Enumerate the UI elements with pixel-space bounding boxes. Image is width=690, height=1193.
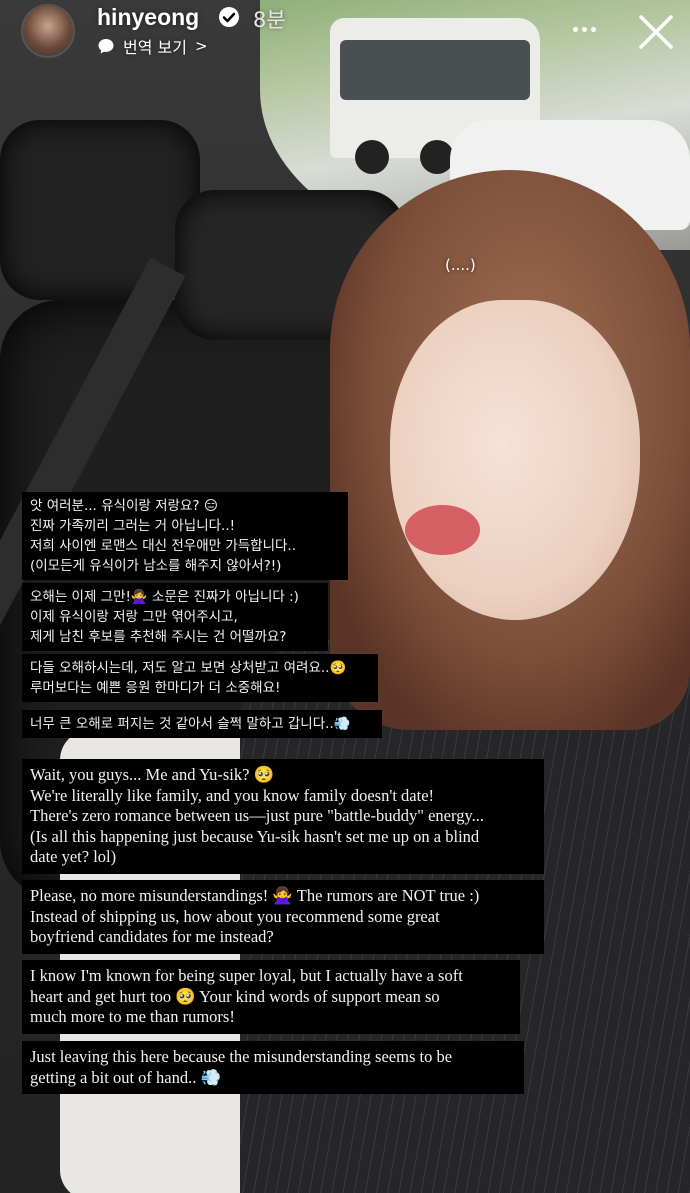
close-icon[interactable] xyxy=(636,12,676,52)
verified-badge-icon xyxy=(219,7,239,27)
van-wheel xyxy=(420,140,454,174)
van-wheel xyxy=(355,140,389,174)
english-caption-1: Wait, you guys... Me and Yu-sik? 🥺 We're… xyxy=(22,759,544,874)
speech-bubble-icon xyxy=(98,39,114,54)
face xyxy=(390,300,640,620)
username[interactable]: hinyeong xyxy=(97,4,199,31)
chevron-right-icon: > xyxy=(194,37,208,55)
overlay-text: (....) xyxy=(445,256,476,274)
english-caption-2: Please, no more misunderstandings! 🙅‍♀️ … xyxy=(22,880,544,954)
korean-caption-4: 너무 큰 오해로 퍼지는 것 같아서 슬쩍 말하고 갑니다..💨 xyxy=(22,710,382,738)
post-time: 8분 xyxy=(253,8,286,32)
translate-button[interactable]: 번역 보기 > xyxy=(97,34,208,58)
english-caption-3: I know I'm known for being super loyal, … xyxy=(22,960,520,1034)
korean-caption-3: 다들 오해하시는데, 저도 알고 보면 상처받고 여려요..🥺 루머보다는 예쁜… xyxy=(22,654,378,702)
profile-avatar[interactable] xyxy=(21,4,75,58)
lips xyxy=(405,505,480,555)
more-horizontal-icon[interactable] xyxy=(564,14,604,44)
english-caption-4: Just leaving this here because the misun… xyxy=(22,1041,524,1094)
korean-caption-2: 오해는 이제 그만!🙅‍♀️ 소문은 진짜가 아닙니다 :) 이제 유식이랑 저… xyxy=(22,583,328,651)
korean-caption-1: 앗 여러분... 유식이랑 저랑요? 😑 진짜 가족끼리 그러는 거 아닙니다.… xyxy=(22,492,348,580)
translate-label: 번역 보기 xyxy=(123,38,187,57)
van-window xyxy=(340,40,530,100)
